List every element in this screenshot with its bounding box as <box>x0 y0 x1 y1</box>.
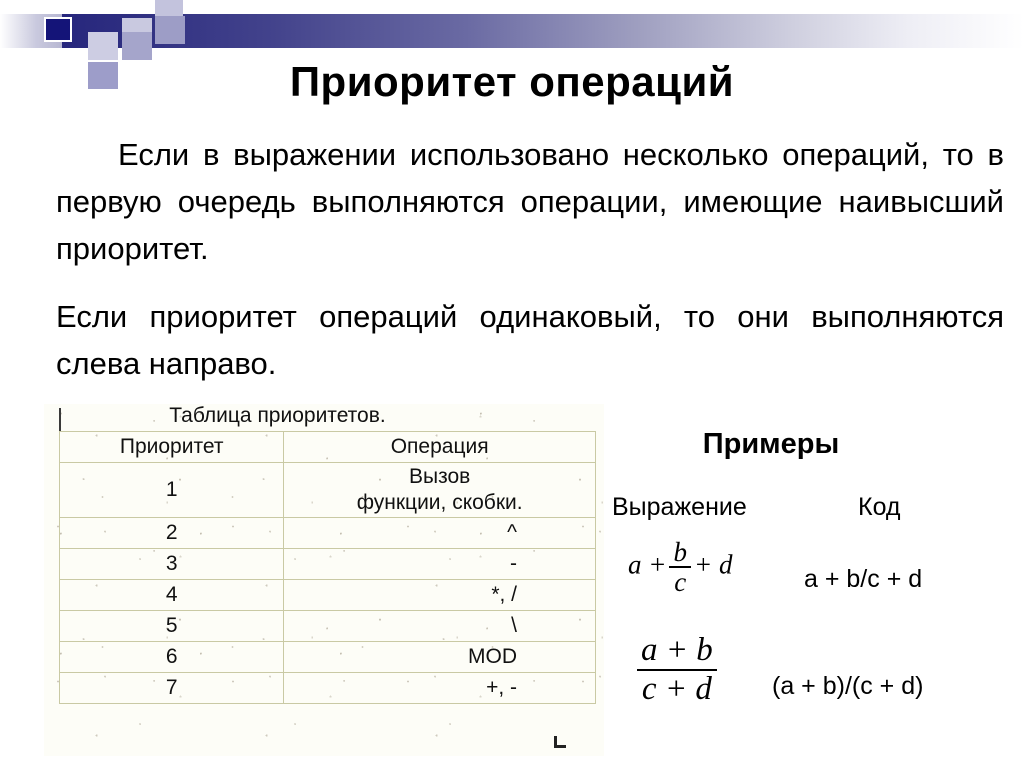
priority-table: Приоритет Операция 1 Вызов функции, скоб… <box>58 431 596 704</box>
cell-operation: - <box>283 548 596 580</box>
cell-operation: \ <box>283 610 596 642</box>
examples-column-header-code: Код <box>858 493 901 521</box>
fraction: bc <box>669 538 691 597</box>
example-code: (a + b)/(c + d) <box>772 672 924 700</box>
table-row: 3 - <box>58 548 596 580</box>
example-expression-math: a + b c + d <box>628 538 732 597</box>
decor-square-lower-left <box>88 32 118 60</box>
example-expression-lead: a + <box>628 549 667 580</box>
priority-table-panel: Таблица приоритетов. Приоритет Операция … <box>44 404 604 756</box>
table-row: 5 \ <box>58 610 596 642</box>
decor-square-middle-right <box>155 16 185 44</box>
table-row: 2 ^ <box>58 517 596 549</box>
paragraph-2-text: Если приоритет операций одинаковый, то о… <box>56 299 1004 381</box>
example-row: a + b c + d a + b/c + d <box>606 538 1024 616</box>
table-caption: Таблица приоритетов. <box>169 404 386 427</box>
cell-priority: 7 <box>58 672 285 704</box>
fraction-denominator: c + d <box>637 668 717 708</box>
fraction-denominator: c <box>669 566 691 597</box>
fraction-numerator: a + b <box>641 632 713 668</box>
cell-operation: *, / <box>283 579 596 611</box>
cell-priority: 4 <box>58 579 285 611</box>
example-expression-tail: + d <box>693 549 733 580</box>
examples-column-header-expression: Выражение <box>612 493 747 521</box>
fraction: a + bc + d <box>637 632 717 708</box>
example-code: a + b/c + d <box>804 565 923 593</box>
table-header-row: Приоритет Операция <box>58 431 596 463</box>
cell-operation-line-1: Вызов <box>408 465 471 488</box>
cell-priority: 1 <box>58 462 285 518</box>
table-row: 7 +, - <box>58 672 596 704</box>
decor-square-accent <box>44 17 72 42</box>
example-expression-math: a + bc + d <box>634 632 720 708</box>
cell-operation: ^ <box>283 517 596 549</box>
examples-title: Примеры <box>702 428 840 460</box>
cell-operation: +, - <box>283 672 596 704</box>
fraction-numerator: b <box>673 537 687 567</box>
examples-panel: Примеры Выражение Код a + b c + d a + b/c +… <box>606 420 1024 768</box>
cell-operation: Вызов функции, скобки. <box>283 462 596 518</box>
table-row: 6 MOD <box>58 641 596 673</box>
paragraph-rule-precedence: Если в выражении использовано несколько … <box>56 131 1004 272</box>
cell-priority: 3 <box>58 548 285 580</box>
page-title: Приоритет операций <box>289 58 735 105</box>
table-row: 4 *, / <box>58 579 596 611</box>
column-header-priority: Приоритет <box>58 431 285 463</box>
paragraph-1-text: Если в выражении использовано несколько … <box>56 137 1004 266</box>
column-header-operation: Операция <box>283 431 596 463</box>
table-row: 1 Вызов функции, скобки. <box>58 462 596 518</box>
header-gradient-bar <box>62 14 1024 48</box>
cell-operation: MOD <box>283 641 596 673</box>
cell-priority: 6 <box>58 641 285 673</box>
decor-square-lower-right <box>122 32 152 60</box>
table-edge-mark-bottom-right <box>554 736 566 748</box>
paragraph-rule-left-to-right: Если приоритет операций одинаковый, то о… <box>56 293 1004 387</box>
cell-operation-line-2: функции, скобки. <box>356 491 523 514</box>
cell-priority: 2 <box>58 517 285 549</box>
example-row: a + bc + d (a + b)/(c + d) <box>606 632 1024 742</box>
cell-priority: 5 <box>58 610 285 642</box>
